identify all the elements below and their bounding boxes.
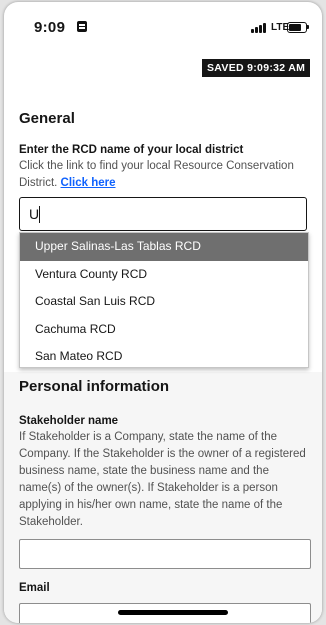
text-cursor [39,206,40,223]
rcd-input-value: U [29,206,40,222]
home-indicator[interactable] [118,610,228,615]
status-time: 9:09 [34,19,66,36]
rcd-helper-text: Click the link to find your local Resour… [19,158,311,192]
rcd-option[interactable]: Coastal San Luis RCD [20,288,308,316]
stakeholder-helper-text: If Stakeholder is a Company, state the n… [19,431,306,528]
section-title-personal-information: Personal information [19,378,170,395]
battery-level [289,24,301,31]
email-label: Email [19,582,50,594]
saved-status-badge: SAVED 9:09:32 AM [202,59,311,77]
battery-cap [307,25,309,29]
rcd-option[interactable]: Ventura County RCD [20,261,308,289]
battery-icon [287,22,307,33]
rcd-option[interactable]: Upper Salinas-Las Tablas RCD [20,233,308,261]
rcd-option[interactable]: Cachuma RCD [20,316,308,344]
rcd-options-list: Upper Salinas-Las Tablas RCD Ventura Coun… [19,232,309,368]
alarm-icon [77,21,87,32]
stakeholder-name-label: Stakeholder name [19,415,119,427]
status-bar: 9:09 LTE [4,2,322,46]
signal-icon [251,23,269,33]
rcd-combobox-input[interactable]: U [19,197,307,231]
rcd-option[interactable]: San Mateo RCD [20,343,308,367]
phone-screen: 9:09 LTE SAVED 9:09:32 AM General Enter … [4,2,322,623]
stakeholder-name-input[interactable] [19,539,311,569]
rcd-name-label: Enter the RCD name of your local distric… [19,144,244,156]
section-title-general: General [19,110,75,127]
click-here-link[interactable]: Click here [61,177,116,189]
